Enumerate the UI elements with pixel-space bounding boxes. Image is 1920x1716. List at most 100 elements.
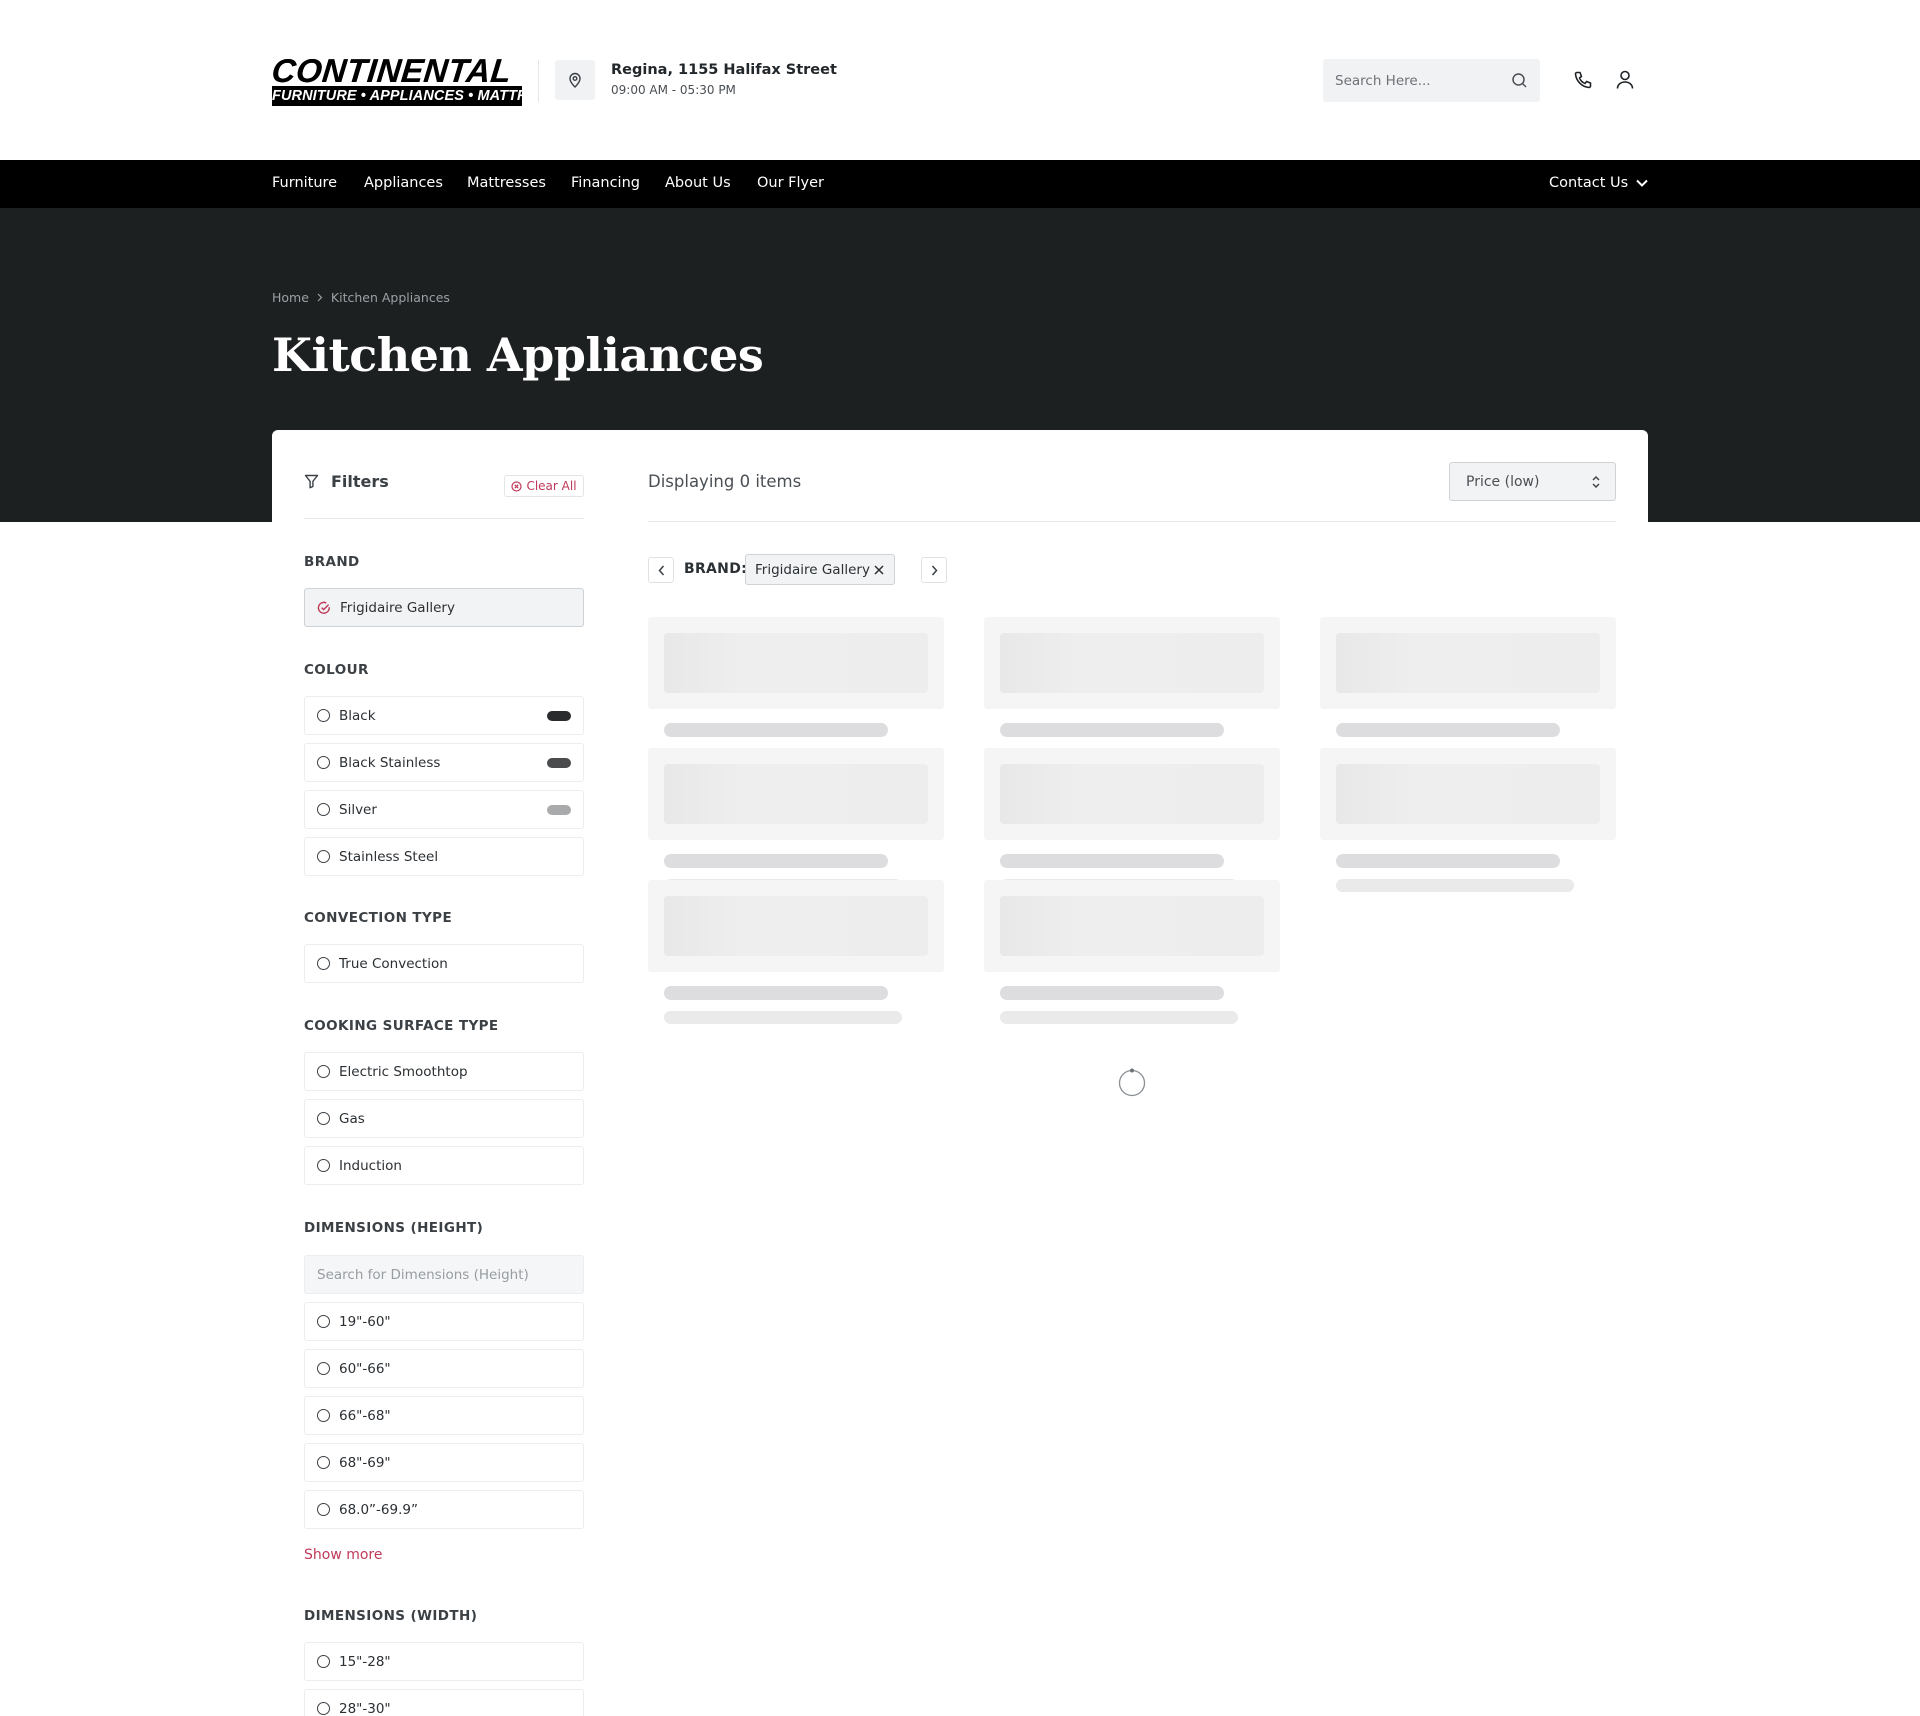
- height-search-box[interactable]: [304, 1255, 584, 1294]
- active-filters-prev-button[interactable]: [648, 557, 674, 583]
- map-pin-icon[interactable]: [555, 60, 595, 100]
- clear-all-button[interactable]: Clear All: [504, 475, 584, 497]
- filter-option-label: 68"-69": [339, 1454, 391, 1471]
- filter-option-label: True Convection: [339, 955, 448, 972]
- skeleton-image: [1336, 633, 1600, 693]
- filter-section-colour-title: COLOUR: [304, 662, 369, 678]
- chevron-right-icon: [317, 293, 323, 302]
- radio-circle-icon: [317, 1065, 330, 1078]
- filter-option-width-15-28[interactable]: 15"-28": [304, 1642, 584, 1681]
- filter-option-label: Electric Smoothtop: [339, 1063, 468, 1080]
- filter-option-label: Silver: [339, 801, 377, 818]
- site-header: CONTINENTAL FURNITURE • APPLIANCES • MAT…: [0, 0, 1920, 160]
- skeleton-line: [1000, 1011, 1238, 1024]
- show-more-link[interactable]: Show more: [304, 1547, 383, 1563]
- filter-option-stainless-steel[interactable]: Stainless Steel: [304, 837, 584, 876]
- skeleton-image: [1000, 764, 1264, 824]
- color-swatch-black: [547, 711, 571, 721]
- radio-circle-icon: [317, 1315, 330, 1328]
- filter-option-label: 19"-60": [339, 1313, 391, 1330]
- radio-circle-icon: [317, 803, 330, 816]
- filter-option-gas[interactable]: Gas: [304, 1099, 584, 1138]
- nav-item-mattresses[interactable]: Mattresses: [467, 175, 546, 191]
- filter-option-label: Stainless Steel: [339, 848, 439, 865]
- skeleton-card: [1320, 748, 1616, 840]
- radio-circle-icon: [317, 1362, 330, 1375]
- filter-option-silver[interactable]: Silver: [304, 790, 584, 829]
- filter-option-black[interactable]: Black: [304, 696, 584, 735]
- sort-select[interactable]: Price (low): [1449, 462, 1616, 501]
- radio-circle-icon: [317, 1409, 330, 1422]
- filter-option-label: Gas: [339, 1110, 365, 1127]
- filter-option-height-66-68[interactable]: 66"-68": [304, 1396, 584, 1435]
- filter-section-brand-title: BRAND: [304, 554, 360, 570]
- filters-header: Filters: [304, 472, 389, 491]
- nav-item-our-flyer[interactable]: Our Flyer: [757, 175, 824, 191]
- filter-option-frigidaire-gallery[interactable]: Frigidaire Gallery: [304, 588, 584, 627]
- continental-logo[interactable]: CONTINENTAL FURNITURE • APPLIANCES • MAT…: [270, 52, 576, 106]
- filter-option-label: 15"-28": [339, 1653, 391, 1670]
- nav-item-appliances[interactable]: Appliances: [364, 175, 443, 191]
- filter-option-induction[interactable]: Induction: [304, 1146, 584, 1185]
- color-swatch-black-stainless: [547, 758, 571, 768]
- filter-option-label: 68.0”-69.9”: [339, 1501, 418, 1518]
- store-hours: 09:00 AM - 05:30 PM: [611, 83, 736, 97]
- filter-option-height-68-0-69-9[interactable]: 68.0”-69.9”: [304, 1490, 584, 1529]
- nav-contact-us[interactable]: Contact Us: [1549, 175, 1648, 191]
- active-filters-next-button[interactable]: [921, 557, 947, 583]
- filter-icon: [304, 474, 319, 489]
- chevron-right-icon: [931, 565, 938, 575]
- active-filter-chip: Frigidaire Gallery: [745, 554, 895, 585]
- nav-contact-label: Contact Us: [1549, 175, 1629, 191]
- filter-section-height-title: DIMENSIONS (HEIGHT): [304, 1220, 484, 1236]
- active-filter-value: Frigidaire Gallery: [755, 561, 870, 578]
- radio-circle-icon: [317, 1456, 330, 1469]
- search-icon[interactable]: [1511, 72, 1528, 89]
- filter-option-height-60-66[interactable]: 60"-66": [304, 1349, 584, 1388]
- filter-option-electric-smoothtop[interactable]: Electric Smoothtop: [304, 1052, 584, 1091]
- filter-option-true-convection[interactable]: True Convection: [304, 944, 584, 983]
- filter-option-label: Induction: [339, 1157, 402, 1174]
- filter-option-height-19-60[interactable]: 19"-60": [304, 1302, 584, 1341]
- breadcrumb-current: Kitchen Appliances: [330, 290, 450, 305]
- nav-item-furniture[interactable]: Furniture: [272, 175, 337, 191]
- radio-circle-icon: [317, 1655, 330, 1668]
- skeleton-line: [1336, 879, 1574, 892]
- page-title: Kitchen Appliances: [272, 328, 764, 382]
- radio-circle-icon: [317, 1503, 330, 1516]
- height-search-input[interactable]: [317, 1266, 572, 1283]
- skeleton-card: [984, 880, 1280, 972]
- search-input[interactable]: [1323, 72, 1498, 89]
- filter-option-label: Frigidaire Gallery: [340, 599, 455, 616]
- skeleton-card: [648, 748, 944, 840]
- filter-option-label: 60"-66": [339, 1360, 391, 1377]
- store-address[interactable]: Regina, 1155 Halifax Street: [611, 62, 837, 78]
- skeleton-card: [1320, 617, 1616, 709]
- phone-icon[interactable]: [1573, 70, 1593, 90]
- radio-circle-icon: [317, 957, 330, 970]
- breadcrumb-home[interactable]: Home: [272, 290, 309, 305]
- logo-wordmark: CONTINENTAL: [270, 52, 514, 89]
- chevron-down-icon: [1636, 179, 1648, 187]
- close-icon[interactable]: [873, 564, 885, 576]
- filter-option-label: 66"-68": [339, 1407, 391, 1424]
- skeleton-card: [648, 617, 944, 709]
- header-search[interactable]: [1323, 59, 1540, 102]
- main-nav: Furniture Appliances Mattresses Financin…: [0, 160, 1920, 208]
- radio-circle-icon: [317, 850, 330, 863]
- nav-item-about-us[interactable]: About Us: [665, 175, 731, 191]
- nav-item-financing[interactable]: Financing: [571, 175, 640, 191]
- active-filter-label: BRAND:: [684, 561, 748, 577]
- filter-option-height-68-69[interactable]: 68"-69": [304, 1443, 584, 1482]
- filter-option-width-28-30[interactable]: 28"-30": [304, 1689, 584, 1716]
- user-icon[interactable]: [1615, 69, 1635, 90]
- filters-divider: [304, 518, 584, 519]
- filter-option-label: Black Stainless: [339, 754, 441, 771]
- select-arrows-icon: [1592, 476, 1600, 488]
- radio-circle-icon: [317, 1702, 330, 1715]
- clear-all-label: Clear All: [526, 479, 577, 493]
- content-panel: Filters Clear All BRAND Frigidaire Galle…: [272, 430, 1648, 1716]
- skeleton-line: [1336, 854, 1560, 868]
- filter-option-black-stainless[interactable]: Black Stainless: [304, 743, 584, 782]
- clear-circle-icon: [511, 480, 523, 492]
